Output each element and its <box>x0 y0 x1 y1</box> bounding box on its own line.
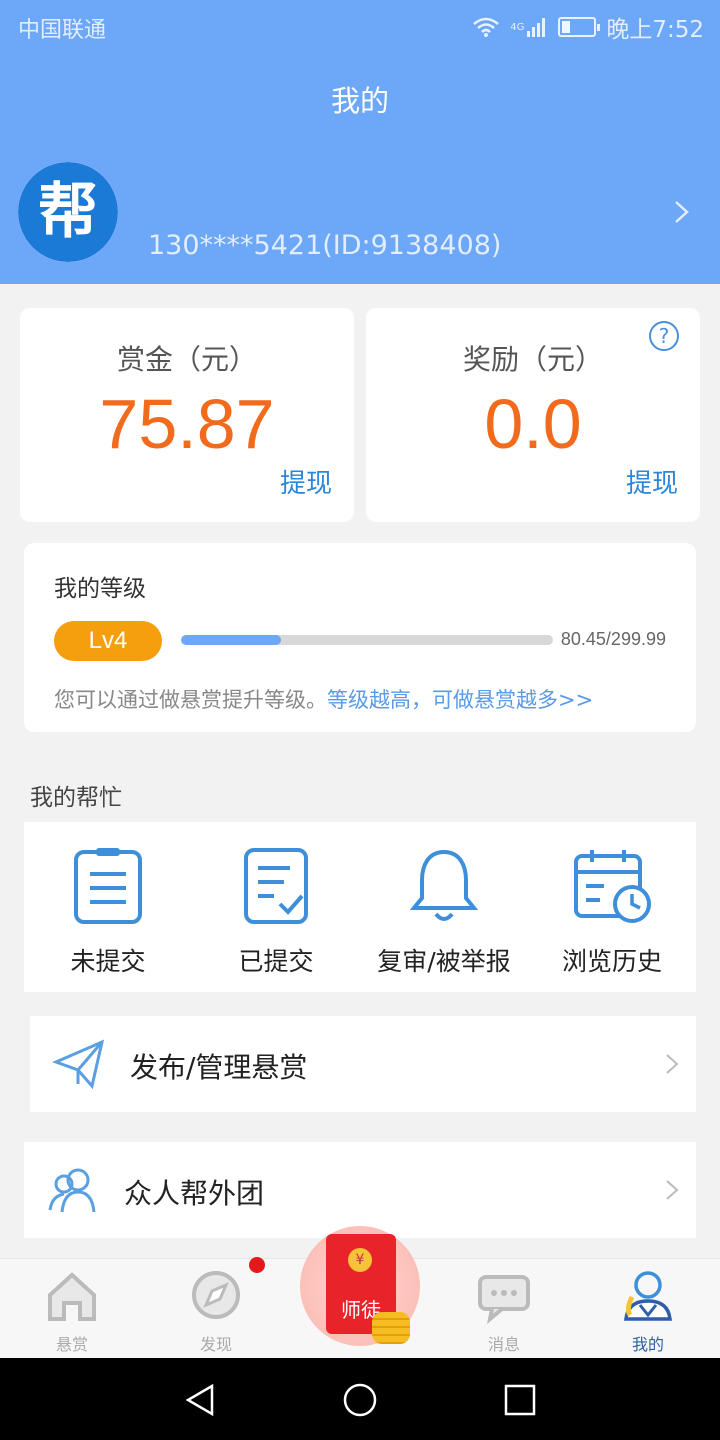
tab-label: 消息 <box>487 1335 520 1354</box>
yuan-coin-icon: ¥ <box>348 1248 372 1272</box>
home-button-icon[interactable] <box>342 1382 378 1418</box>
level-more-link[interactable]: 等级越高，可做悬赏越多>> <box>327 688 593 712</box>
network-type-label: 4G <box>510 21 525 33</box>
bounty-amount: 75.87 <box>99 385 275 463</box>
level-badge: Lv4 <box>54 621 162 661</box>
my-help-grid: 未提交 已提交 复审/被举报 浏览历史 <box>24 822 696 992</box>
reward-amount: 0.0 <box>484 385 582 463</box>
chevron-right-icon[interactable] <box>672 198 692 226</box>
help-item-history[interactable]: 浏览历史 <box>528 822 696 992</box>
tab-discover[interactable]: 发现 <box>144 1259 288 1359</box>
tab-messages[interactable]: 消息 <box>432 1259 576 1359</box>
level-title: 我的等级 <box>54 576 146 602</box>
level-card: 我的等级 Lv4 80.45/299.99 您可以通过做悬赏提升等级。等级越高，… <box>24 543 696 732</box>
users-icon <box>48 1168 96 1213</box>
help-item-submitted[interactable]: 已提交 <box>192 822 360 992</box>
reward-label: 奖励（元） <box>462 343 603 376</box>
bounty-withdraw-link[interactable]: 提现 <box>280 463 332 500</box>
help-item-label: 浏览历史 <box>561 947 662 976</box>
tab-mentor[interactable]: ¥ 师徒 <box>300 1226 420 1346</box>
status-bar: 中国联通 4G 晚上7:52 <box>0 0 720 50</box>
clipboard-icon <box>74 848 142 924</box>
help-item-label: 已提交 <box>238 947 314 976</box>
wifi-icon <box>473 17 500 37</box>
help-item-label: 未提交 <box>70 947 146 976</box>
level-description: 您可以通过做悬赏提升等级。等级越高，可做悬赏越多>> <box>54 684 593 714</box>
tab-label: 我的 <box>631 1335 664 1354</box>
battery-icon <box>558 17 601 37</box>
home-icon <box>48 1272 96 1321</box>
profile-header: 中国联通 4G 晚上7:52 我的 帮 130****5421(ID:91384… <box>0 0 720 284</box>
level-progress-text: 80.45/299.99 <box>560 629 666 649</box>
level-progress-fill <box>181 635 281 645</box>
row-label: 众人帮外团 <box>124 1177 265 1210</box>
calendar-clock-icon <box>574 850 651 923</box>
tab-bounty[interactable]: 悬赏 <box>0 1259 144 1359</box>
bounty-balance-card: 赏金（元） 75.87 提现 <box>20 308 354 522</box>
status-icons: 4G 晚上7:52 <box>472 10 704 44</box>
chat-icon <box>478 1275 530 1325</box>
app-logo-icon: 帮 <box>18 162 118 262</box>
chevron-right-icon <box>666 1180 679 1200</box>
signal-icon <box>527 18 546 37</box>
level-desc-text: 您可以通过做悬赏提升等级。 <box>54 688 327 712</box>
profile-icon <box>624 1271 672 1321</box>
compass-icon <box>192 1271 240 1319</box>
reward-withdraw-link[interactable]: 提现 <box>626 463 678 500</box>
notification-dot <box>249 1257 265 1273</box>
row-label: 发布/管理悬赏 <box>130 1051 308 1084</box>
checked-document-icon <box>244 848 308 924</box>
recents-icon[interactable] <box>502 1382 538 1418</box>
coin-stack-icon <box>372 1312 410 1344</box>
avatar[interactable]: 帮 <box>18 162 118 262</box>
page-title: 我的 <box>330 84 389 118</box>
tab-label: 悬赏 <box>55 1335 88 1354</box>
help-item-unsubmitted[interactable]: 未提交 <box>24 822 192 992</box>
tab-mine[interactable]: 我的 <box>576 1259 720 1359</box>
help-item-review[interactable]: 复审/被举报 <box>360 822 528 992</box>
help-item-label: 复审/被举报 <box>377 947 511 976</box>
publish-manage-bounty-row[interactable]: 发布/管理悬赏 <box>30 1016 696 1112</box>
external-group-row[interactable]: 众人帮外团 <box>24 1142 696 1238</box>
svg-text:帮: 帮 <box>38 177 98 247</box>
paper-plane-icon <box>52 1039 105 1090</box>
chevron-right-icon <box>666 1054 679 1074</box>
bell-icon <box>409 849 479 921</box>
clock-time: 晚上7:52 <box>606 17 704 43</box>
carrier-name: 中国联通 <box>18 18 107 43</box>
level-progress-bar <box>181 635 553 645</box>
bounty-label: 赏金（元） <box>116 343 257 376</box>
user-id-text: 130****5421(ID:9138408) <box>148 230 502 261</box>
tab-label: 发现 <box>199 1335 232 1354</box>
my-help-title: 我的帮忙 <box>30 785 122 811</box>
system-nav-bar <box>0 1358 720 1440</box>
reward-balance-card: ? 奖励（元） 0.0 提现 <box>366 308 700 522</box>
back-icon[interactable] <box>182 1382 218 1418</box>
